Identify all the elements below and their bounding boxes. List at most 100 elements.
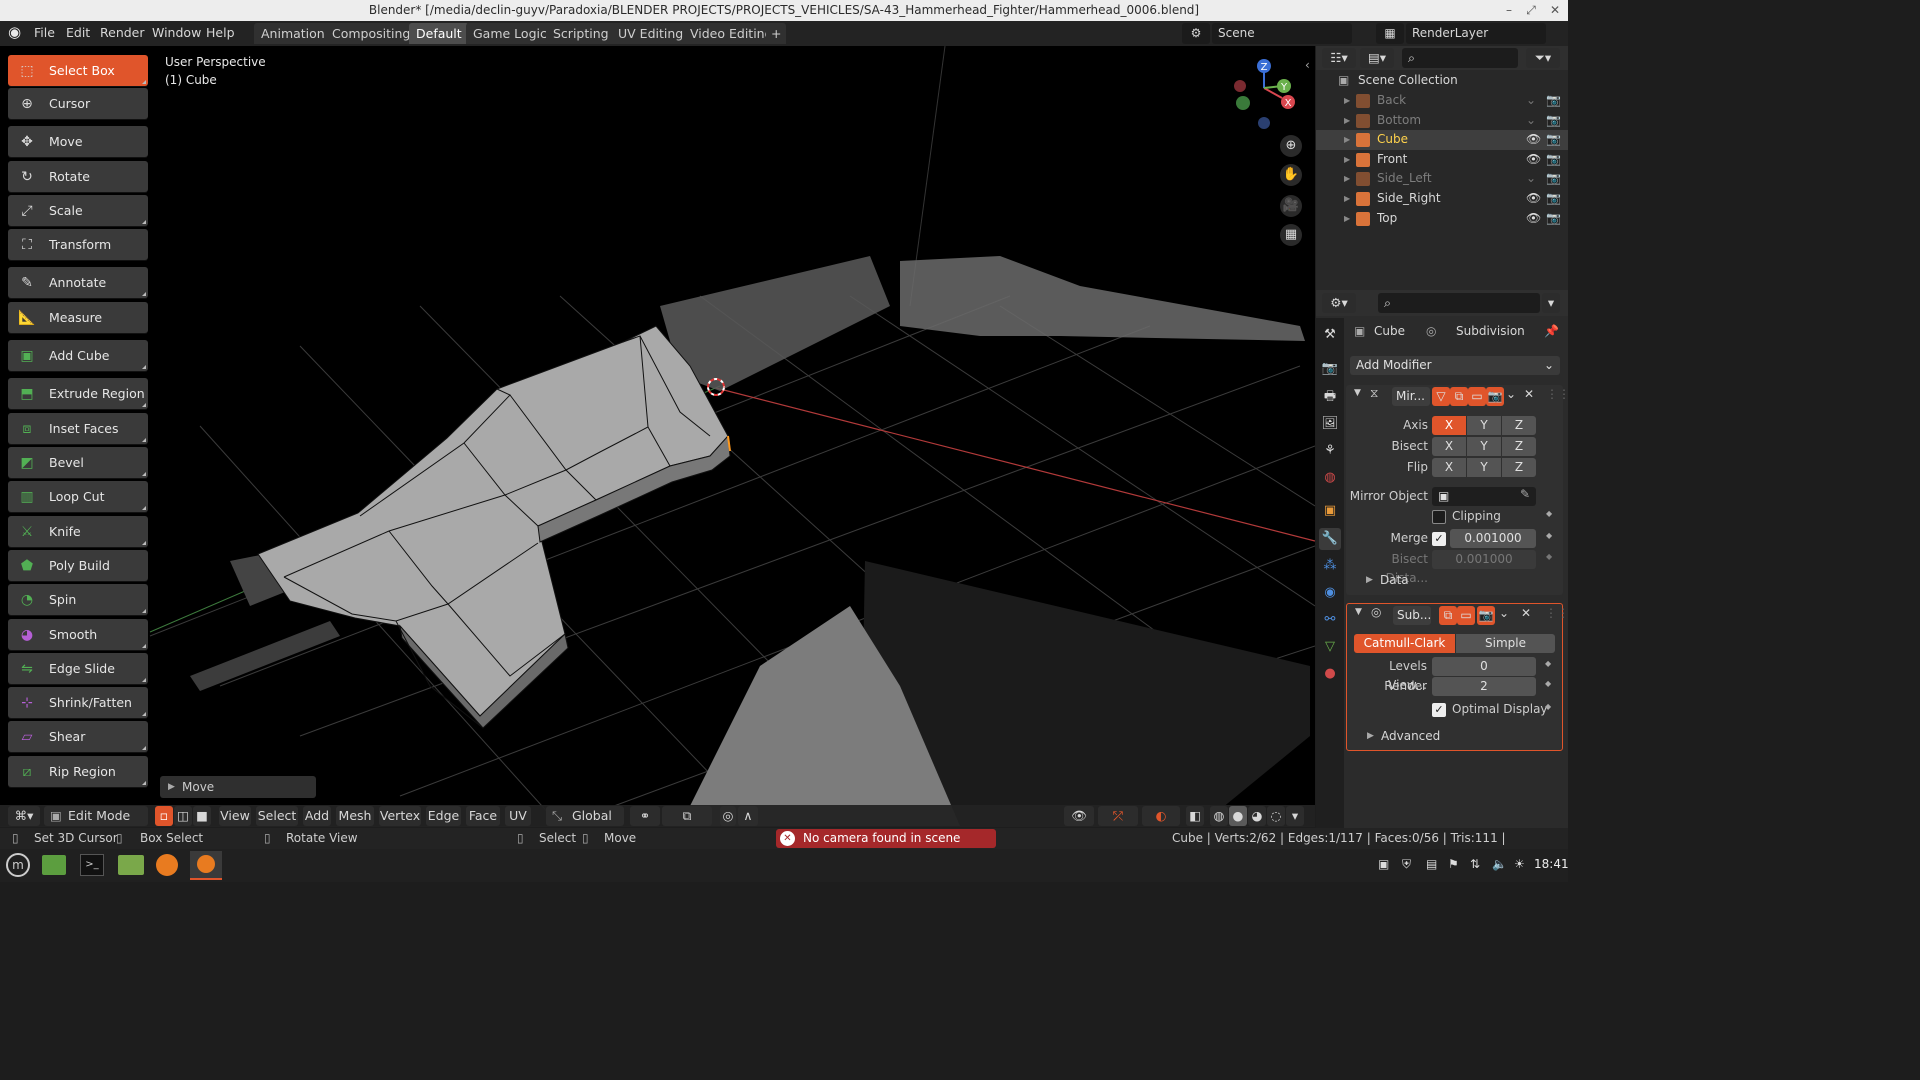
menu-mesh[interactable]: Mesh — [336, 806, 374, 826]
particles-tab-icon[interactable]: ⁂ — [1319, 555, 1341, 577]
navigation-gizmo[interactable]: Z Y X — [1234, 59, 1295, 129]
menu-file[interactable]: File — [34, 21, 55, 46]
outliner-item-side-right[interactable]: ▶ Side_Right 👁 📷 — [1316, 189, 1568, 209]
camera-view-icon[interactable]: 🎥 — [1280, 195, 1302, 217]
mirror-modifier-name[interactable]: Mir... — [1392, 387, 1430, 406]
render-levels-field[interactable]: 2 — [1432, 677, 1536, 696]
tool-extrude-region[interactable]: ⬒ Extrude Region — [8, 378, 148, 409]
expand-arrow-icon[interactable]: ▶ — [1344, 150, 1350, 169]
outliner-item-top[interactable]: ▶ Top 👁 📷 — [1316, 209, 1568, 229]
tool-rotate[interactable]: ↻ Rotate — [8, 161, 148, 192]
menu-uv[interactable]: UV — [505, 806, 531, 826]
tab-animation[interactable]: Animation — [254, 23, 332, 44]
scene-name-field[interactable]: Scene — [1212, 23, 1352, 44]
add-modifier-button[interactable]: Add Modifier ⌄ — [1350, 356, 1560, 375]
axis-y-toggle[interactable]: Y — [1467, 416, 1501, 435]
tool-smooth[interactable]: ◕ Smooth — [8, 619, 148, 650]
tab-scripting[interactable]: Scripting — [546, 23, 616, 44]
show-in-editmode-icon[interactable]: ⧉ — [1439, 606, 1457, 625]
tray-network-icon[interactable]: ⇅ — [1470, 857, 1480, 871]
clipping-checkbox[interactable] — [1432, 510, 1446, 524]
modifier-menu-icon[interactable]: ⌄ — [1499, 606, 1509, 620]
blender-task-icon[interactable] — [190, 851, 222, 880]
visibility-icon[interactable]: 👁 — [1064, 806, 1094, 826]
keyframe-dot-icon[interactable]: ◆ — [1545, 659, 1551, 668]
show-viewport-icon[interactable]: ▭ — [1468, 387, 1486, 406]
gizmo-neg-x-icon[interactable] — [1234, 80, 1246, 92]
tab-game-logic[interactable]: Game Logic — [466, 23, 554, 44]
flip-x-toggle[interactable]: X — [1432, 458, 1466, 477]
flip-z-toggle[interactable]: Z — [1502, 458, 1536, 477]
catmull-clark-button[interactable]: Catmull-Clark — [1354, 634, 1455, 653]
error-report[interactable]: ✕ No camera found in scene "Scene" — [776, 829, 996, 864]
transform-orientation-dropdown[interactable]: ⤡ Global — [546, 806, 624, 826]
tool-bevel[interactable]: ◩ Bevel — [8, 447, 148, 478]
tool-scale[interactable]: ⤢ Scale — [8, 195, 148, 226]
show-in-editmode-icon[interactable]: ⧉ — [1450, 387, 1468, 406]
falloff-icon[interactable]: ∧ — [738, 806, 758, 826]
tray-shield-icon[interactable]: ⛨ — [1402, 857, 1411, 872]
menu-window[interactable]: Window — [152, 21, 201, 46]
tool-shear[interactable]: ▱ Shear — [8, 721, 148, 752]
material-tab-icon[interactable]: ● — [1319, 663, 1341, 685]
bisect-y-toggle[interactable]: Y — [1467, 437, 1501, 456]
render-camera-icon[interactable]: 📷 — [1546, 111, 1561, 130]
expand-arrow-icon[interactable]: ▶ — [1344, 111, 1350, 130]
tab-default[interactable]: Default — [409, 23, 469, 44]
modifier-menu-icon[interactable]: ⌄ — [1506, 387, 1516, 401]
snap-icon[interactable]: ⧉ — [662, 806, 712, 826]
world-tab-icon[interactable]: ◍ — [1319, 467, 1341, 489]
gizmo-neg-y-icon[interactable] — [1236, 96, 1250, 110]
remove-modifier-icon[interactable]: ✕ — [1521, 606, 1531, 620]
outliner-item-side-left[interactable]: ▶ Side_Left ⌄ 📷 — [1316, 169, 1568, 189]
start-menu-icon[interactable]: m — [6, 853, 30, 877]
material-shading-icon[interactable]: ◕ — [1248, 806, 1266, 826]
axis-x-toggle[interactable]: X — [1432, 416, 1466, 435]
wireframe-shading-icon[interactable]: ◍ — [1210, 806, 1228, 826]
expand-arrow-icon[interactable]: ▶ — [1344, 209, 1350, 228]
data-subpanel-label[interactable]: Data — [1380, 573, 1409, 587]
maximize-icon[interactable]: ⤢ — [1520, 0, 1542, 21]
scene-collection-row[interactable]: ▣ Scene Collection — [1316, 71, 1568, 91]
3d-viewport[interactable]: Z Y X User Perspective (1) Cube ‹ ⊕ ✋ 🎥 … — [0, 46, 1315, 826]
show-viewport-icon[interactable]: ▭ — [1457, 606, 1475, 625]
keyframe-dot-icon[interactable]: ◆ — [1545, 679, 1551, 688]
tool-add-cube[interactable]: ▣ Add Cube — [8, 340, 148, 371]
firefox-icon[interactable] — [156, 854, 178, 876]
outliner-item-front[interactable]: ▶ Front 👁 📷 — [1316, 150, 1568, 170]
tool-spin[interactable]: ◔ Spin — [8, 584, 148, 615]
vertex-select-icon[interactable]: ▫ — [155, 806, 173, 826]
edge-select-icon[interactable]: ◫ — [174, 806, 192, 826]
gizmo-toggle-icon[interactable]: ⤱ — [1098, 806, 1138, 826]
sidebar-toggle-icon[interactable]: ‹ — [1305, 58, 1310, 72]
properties-search-input[interactable]: ⌕ — [1378, 293, 1540, 313]
rendered-shading-icon[interactable]: ◌ — [1267, 806, 1285, 826]
add-workspace-button[interactable]: + — [766, 23, 787, 44]
render-tab-icon[interactable]: 📷 — [1319, 358, 1341, 380]
visibility-eye-icon[interactable]: ⌄ — [1526, 111, 1536, 130]
properties-editor-icon[interactable]: ⚙▾ — [1322, 293, 1356, 313]
render-camera-icon[interactable]: 📷 — [1546, 209, 1561, 228]
keyframe-dot-icon[interactable]: ◆ — [1545, 702, 1551, 711]
tool-shrink-fatten[interactable]: ⊹ Shrink/Fatten — [8, 687, 148, 718]
display-mode-icon[interactable]: ▤▾ — [1360, 48, 1394, 68]
clock[interactable]: 18:41 — [1534, 857, 1569, 871]
scene-selector-icon[interactable]: ⚙ — [1182, 23, 1210, 44]
minimize-icon[interactable]: – — [1498, 0, 1520, 21]
show-render-icon[interactable]: 📷 — [1477, 606, 1495, 625]
axis-z-toggle[interactable]: Z — [1502, 416, 1536, 435]
keyframe-dot-icon[interactable]: ◆ — [1546, 509, 1552, 518]
levels-viewport-field[interactable]: 0 — [1432, 657, 1536, 676]
visibility-eye-icon[interactable]: 👁 — [1526, 189, 1541, 208]
menu-vertex[interactable]: Vertex — [379, 806, 421, 826]
merge-distance-field[interactable]: 0.001000 — [1450, 529, 1536, 548]
object-tab-icon[interactable]: ▣ — [1319, 500, 1341, 522]
merge-checkbox[interactable]: ✓ — [1432, 532, 1446, 546]
tool-rip-region[interactable]: ⧄ Rip Region — [8, 756, 148, 787]
drag-handle-icon[interactable]: ⋮⋮ — [1546, 387, 1570, 401]
expand-arrow-icon[interactable]: ▶ — [1344, 169, 1350, 188]
collapse-arrow-icon[interactable]: ▼ — [1354, 388, 1361, 398]
menu-view[interactable]: View — [219, 806, 251, 826]
menu-edge[interactable]: Edge — [426, 806, 461, 826]
data-tab-icon[interactable]: ▽ — [1319, 636, 1341, 658]
